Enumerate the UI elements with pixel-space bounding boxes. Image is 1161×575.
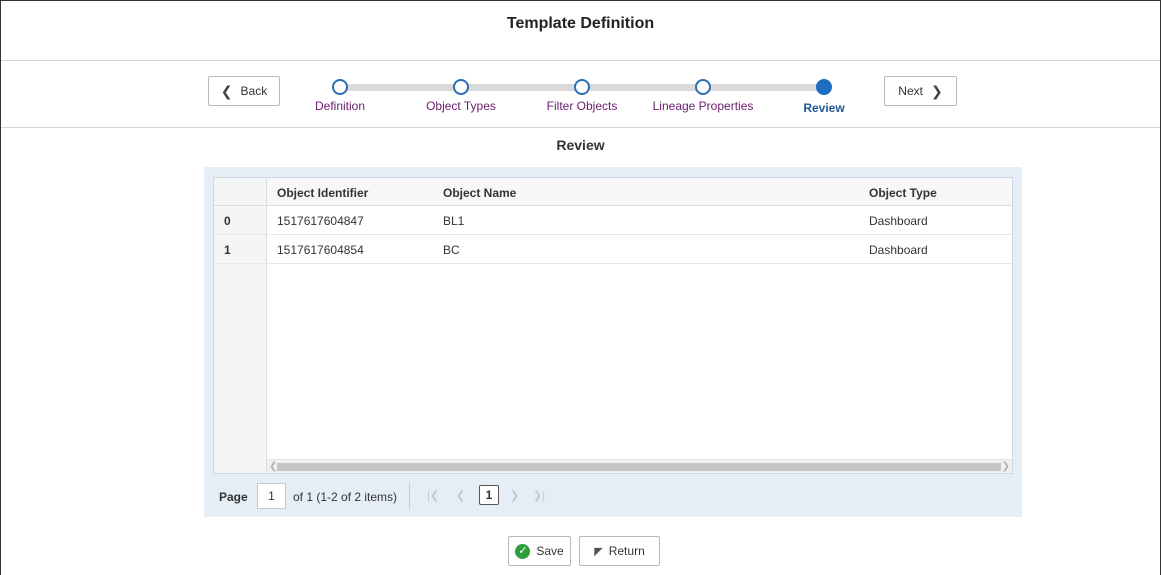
return-button[interactable]: ◤ Return xyxy=(579,536,660,566)
page-title: Template Definition xyxy=(506,15,655,32)
step-label-definition[interactable]: Definition xyxy=(315,99,365,113)
object-identifier-cell: 1517617604847 xyxy=(277,214,364,228)
scrollbar-thumb[interactable] xyxy=(277,463,1001,471)
object-name-cell: BL1 xyxy=(443,214,465,228)
object-identifier-cell: 1517617604854 xyxy=(277,243,364,257)
return-arrow-icon: ◤ xyxy=(594,545,603,558)
page-number-button[interactable]: 1 xyxy=(479,485,499,505)
step-dot-filter-objects[interactable] xyxy=(574,79,590,95)
page-header: Template Definition xyxy=(1,1,1160,61)
review-panel: Object Identifier Object Name Object Typ… xyxy=(204,167,1022,517)
back-button-label: Back xyxy=(240,84,268,98)
previous-page-icon[interactable]: ❮ xyxy=(456,489,465,502)
review-table: Object Identifier Object Name Object Typ… xyxy=(213,177,1013,474)
page-label: Page xyxy=(219,490,248,504)
column-header-object-name[interactable]: Object Name xyxy=(443,186,516,200)
back-button[interactable]: ❮ Back xyxy=(208,76,280,106)
object-name-cell: BC xyxy=(443,243,460,257)
next-page-icon[interactable]: ❯ xyxy=(510,489,519,502)
step-dot-lineage-properties[interactable] xyxy=(695,79,711,95)
page-input[interactable] xyxy=(257,483,286,509)
column-header-object-type[interactable]: Object Type xyxy=(869,186,937,200)
step-train: ❮ Back Definition Object Types Filter Ob… xyxy=(1,61,1160,128)
pagination-bar: Page of 1 (1-2 of 2 items) |❮ ❮ 1 ❯ ❯| xyxy=(213,481,1013,511)
chevron-right-icon: ❯ xyxy=(930,82,943,99)
step-dot-object-types[interactable] xyxy=(453,79,469,95)
row-number-header xyxy=(214,178,267,205)
column-header-object-identifier[interactable]: Object Identifier xyxy=(277,186,368,200)
step-label-review[interactable]: Review xyxy=(803,101,844,115)
scroll-right-icon[interactable]: ❯ xyxy=(1002,460,1010,474)
check-circle-icon: ✓ xyxy=(515,543,531,559)
save-button-label: Save xyxy=(536,544,564,558)
page-summary: of 1 (1-2 of 2 items) xyxy=(293,490,398,504)
pager-divider xyxy=(409,483,410,509)
table-header: Object Identifier Object Name Object Typ… xyxy=(214,178,1012,206)
step-label-object-types[interactable]: Object Types xyxy=(426,99,496,113)
save-button[interactable]: ✓ Save xyxy=(508,536,571,566)
object-type-cell: Dashboard xyxy=(869,214,928,228)
chevron-left-icon: ❮ xyxy=(220,82,233,99)
table-row[interactable]: 0 1517617604847 BL1 Dashboard xyxy=(214,206,1012,235)
table-row[interactable]: 1 1517617604854 BC Dashboard xyxy=(214,235,1012,264)
first-page-icon[interactable]: |❮ xyxy=(427,489,439,502)
step-dot-review[interactable] xyxy=(816,79,832,95)
last-page-icon[interactable]: ❯| xyxy=(533,489,545,502)
object-type-cell: Dashboard xyxy=(869,243,928,257)
row-index: 1 xyxy=(224,243,231,257)
return-button-label: Return xyxy=(608,544,645,558)
horizontal-scrollbar[interactable]: ❮ ❯ xyxy=(267,459,1012,473)
next-button-label: Next xyxy=(898,84,923,98)
template-definition-window: Template Definition ❮ Back Definition Ob… xyxy=(0,0,1161,575)
step-label-lineage-properties[interactable]: Lineage Properties xyxy=(653,99,754,113)
step-dot-definition[interactable] xyxy=(332,79,348,95)
next-button[interactable]: Next ❯ xyxy=(884,76,957,106)
row-index: 0 xyxy=(224,214,231,228)
step-label-filter-objects[interactable]: Filter Objects xyxy=(547,99,618,113)
section-title: Review xyxy=(556,137,605,153)
